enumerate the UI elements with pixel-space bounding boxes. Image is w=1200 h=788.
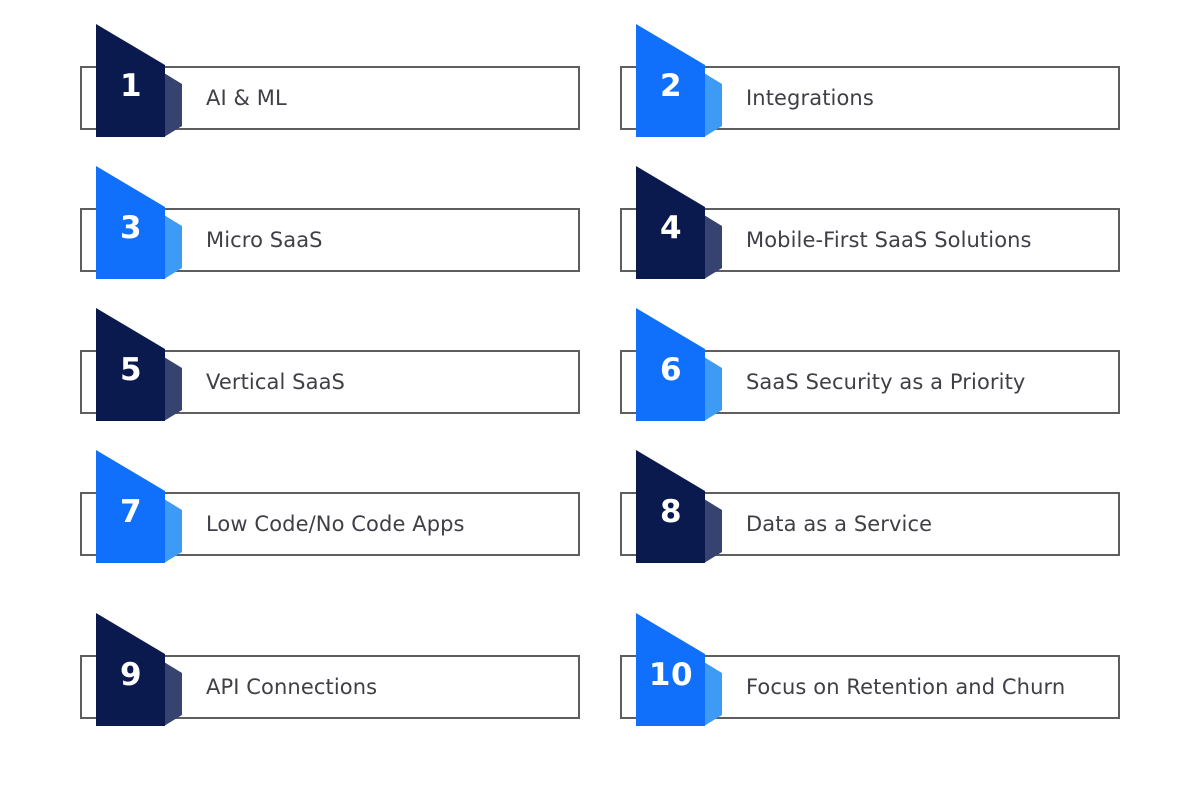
list-item-number-badge: 7 bbox=[96, 444, 188, 566]
numbered-list-infographic: AI & ML 1 Integrations 2 Micro SaaS 3 Mobile-F… bbox=[0, 0, 1200, 788]
list-item-label: Mobile-First SaaS Solutions bbox=[746, 228, 1032, 252]
list-item-number-badge: 4 bbox=[636, 160, 728, 282]
list-item-number-badge: 6 bbox=[636, 302, 728, 424]
list-item-label: Low Code/No Code Apps bbox=[206, 512, 465, 536]
list-item-number-badge: 2 bbox=[636, 18, 728, 140]
badge-fold bbox=[164, 73, 182, 137]
list-item-label: Vertical SaaS bbox=[206, 370, 345, 394]
list-item-label: Focus on Retention and Churn bbox=[746, 675, 1066, 699]
badge-fold bbox=[164, 357, 182, 421]
list-item-number: 10 bbox=[648, 656, 694, 693]
list-item-label: Integrations bbox=[746, 86, 874, 110]
badge-fold bbox=[164, 662, 182, 726]
list-item-label: AI & ML bbox=[206, 86, 287, 110]
badge-fold bbox=[704, 357, 722, 421]
list-item-number-badge: 9 bbox=[96, 607, 188, 729]
badge-fold bbox=[704, 662, 722, 726]
badge-fold bbox=[164, 215, 182, 279]
list-item-label: Data as a Service bbox=[746, 512, 933, 536]
list-item-number: 3 bbox=[119, 209, 143, 246]
list-item-number-badge: 1 bbox=[96, 18, 188, 140]
badge-fold bbox=[704, 499, 722, 563]
list-item-label: API Connections bbox=[206, 675, 378, 699]
list-item-number-badge: 3 bbox=[96, 160, 188, 282]
list-item-number-badge: 5 bbox=[96, 302, 188, 424]
list-item-number-badge: 8 bbox=[636, 444, 728, 566]
badge-fold bbox=[704, 73, 722, 137]
list-item-number: 8 bbox=[659, 493, 683, 530]
list-item-number: 9 bbox=[119, 656, 143, 693]
list-item-number: 1 bbox=[119, 67, 143, 104]
list-item-number: 6 bbox=[659, 351, 683, 388]
list-item-number: 4 bbox=[659, 209, 683, 246]
badge-fold bbox=[164, 499, 182, 563]
list-item-label: Micro SaaS bbox=[206, 228, 323, 252]
list-item-label: SaaS Security as a Priority bbox=[746, 370, 1026, 394]
list-item-number: 7 bbox=[119, 493, 143, 530]
list-item-number-badge: 10 bbox=[636, 607, 728, 729]
badge-fold bbox=[704, 215, 722, 279]
list-item-number: 5 bbox=[119, 351, 143, 388]
list-item-number: 2 bbox=[659, 67, 683, 104]
